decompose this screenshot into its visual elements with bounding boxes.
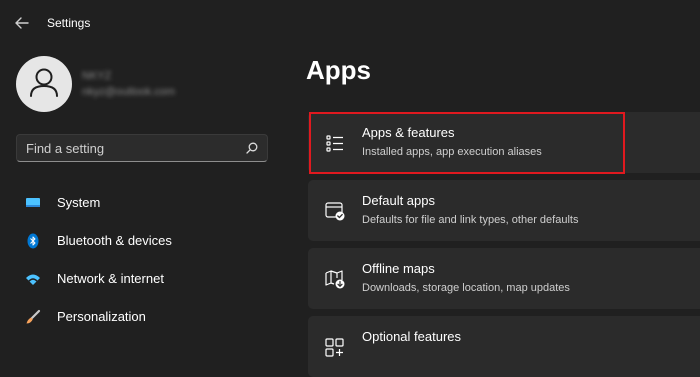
search-icon[interactable] bbox=[245, 141, 259, 155]
sidebar-item-label: Bluetooth & devices bbox=[57, 233, 172, 248]
sidebar-nav: System Bluetooth & devices Network & int… bbox=[16, 184, 268, 336]
sidebar-item-system[interactable]: System bbox=[16, 184, 268, 222]
card-title: Optional features bbox=[362, 329, 462, 344]
person-icon bbox=[30, 68, 58, 97]
search-input[interactable] bbox=[17, 135, 246, 161]
title-bar: Settings bbox=[0, 0, 700, 46]
offline-maps-icon bbox=[325, 270, 345, 289]
app-title: Settings bbox=[47, 16, 91, 30]
user-name: NKYZ bbox=[82, 70, 112, 82]
wifi-icon bbox=[26, 274, 40, 285]
search-box[interactable] bbox=[16, 134, 268, 162]
sidebar-item-label: Network & internet bbox=[57, 271, 164, 286]
apps-features-icon bbox=[326, 135, 343, 152]
card-subtitle: Installed apps, app execution aliases bbox=[362, 146, 542, 158]
back-arrow-icon[interactable] bbox=[10, 12, 34, 34]
offline-maps-card[interactable]: Offline maps Downloads, storage location… bbox=[308, 248, 700, 309]
sidebar-item-label: Personalization bbox=[57, 309, 146, 324]
user-email: nkyz@outlook.com bbox=[82, 86, 176, 98]
page-title: Apps bbox=[306, 55, 371, 85]
card-title: Offline maps bbox=[362, 261, 435, 276]
apps-features-card[interactable]: Apps & features Installed apps, app exec… bbox=[308, 112, 700, 173]
sidebar-item-network-internet[interactable]: Network & internet bbox=[16, 260, 268, 298]
default-apps-icon bbox=[325, 202, 345, 221]
bluetooth-icon bbox=[27, 233, 39, 249]
paintbrush-icon bbox=[26, 309, 41, 324]
sidebar-item-personalization[interactable]: Personalization bbox=[16, 298, 268, 336]
card-title: Default apps bbox=[362, 193, 435, 208]
card-subtitle: Downloads, storage location, map updates bbox=[362, 282, 570, 294]
card-subtitle: Defaults for file and link types, other … bbox=[362, 214, 579, 226]
system-icon bbox=[26, 198, 40, 207]
default-apps-card[interactable]: Default apps Defaults for file and link … bbox=[308, 180, 700, 241]
sidebar-item-bluetooth-devices[interactable]: Bluetooth & devices bbox=[16, 222, 268, 260]
sidebar-item-label: System bbox=[57, 195, 101, 210]
card-title: Apps & features bbox=[362, 125, 455, 140]
avatar[interactable] bbox=[16, 56, 72, 112]
optional-features-icon bbox=[325, 338, 344, 357]
